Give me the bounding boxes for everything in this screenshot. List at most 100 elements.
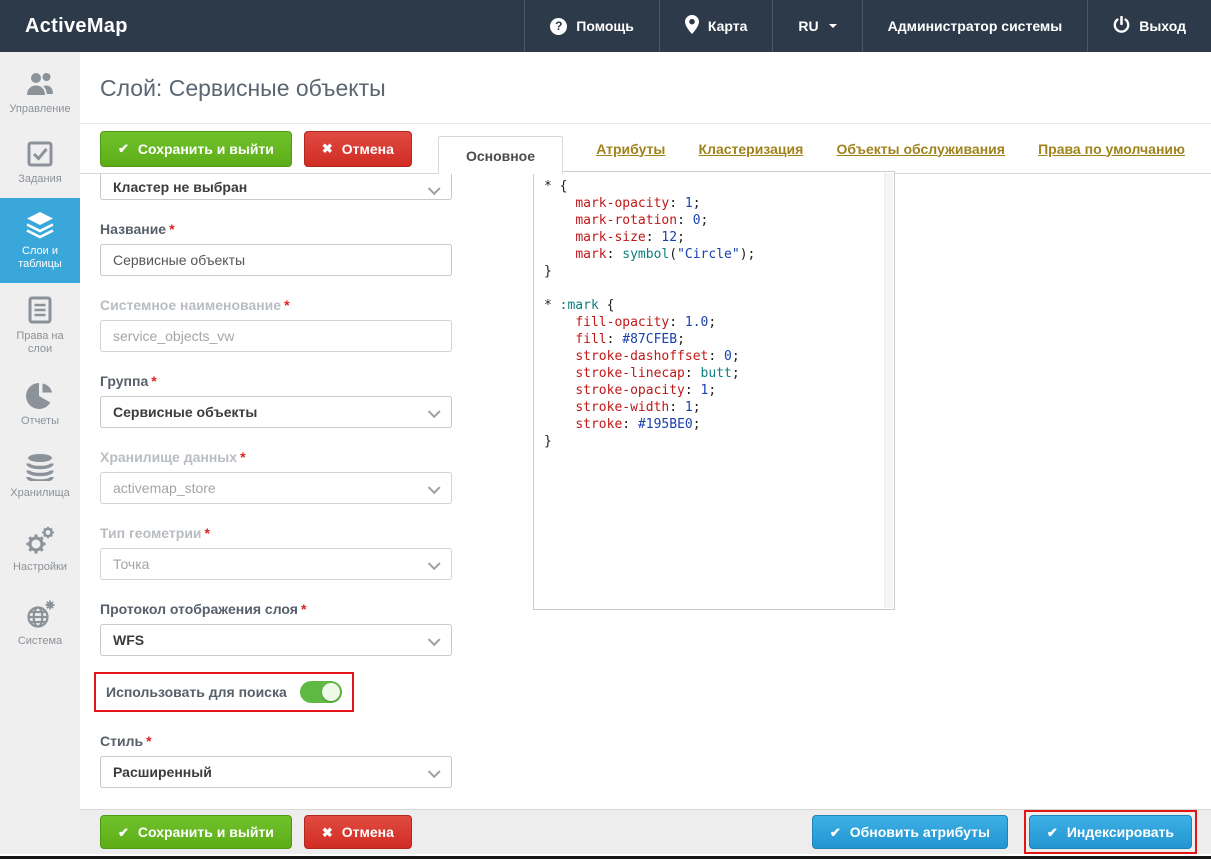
tab-default-rights[interactable]: Права по умолчанию xyxy=(1038,141,1185,157)
cancel-button-top[interactable]: Отмена xyxy=(304,131,412,167)
sidebar-item-settings[interactable]: Настройки xyxy=(0,512,80,586)
app-logo[interactable]: ActiveMap xyxy=(0,0,153,52)
group-select[interactable]: Сервисные объекты xyxy=(100,396,452,428)
system-name-label: Системное наименование* xyxy=(100,297,452,313)
sidebar-item-layer-rights[interactable]: Права на слои xyxy=(0,283,80,368)
style-label: Стиль* xyxy=(100,733,452,749)
cluster-field: Кластер не выбран xyxy=(100,174,452,200)
save-exit-label: Сохранить и выйти xyxy=(138,824,274,840)
map-pin-icon xyxy=(685,15,699,37)
tabs: Основное Атрибуты Кластеризация Объекты … xyxy=(438,124,1211,173)
pie-chart-icon xyxy=(26,381,54,409)
check-icon xyxy=(830,824,841,841)
style-code-editor[interactable]: * { mark-opacity: 1; mark-rotation: 0; m… xyxy=(533,171,895,610)
system-name-input[interactable]: service_objects_vw xyxy=(100,320,452,352)
sidebar-item-tasks[interactable]: Задания xyxy=(0,128,80,198)
map-menu-item[interactable]: Карта xyxy=(659,0,773,52)
sidebar: Управление Задания Слои и таблицы Права … xyxy=(0,52,80,854)
sidebar-item-reports[interactable]: Отчеты xyxy=(0,368,80,440)
group-value: Сервисные объекты xyxy=(113,404,257,420)
cluster-value: Кластер не выбран xyxy=(113,179,247,195)
datastore-value: activemap_store xyxy=(113,480,216,496)
sidebar-item-management[interactable]: Управление xyxy=(0,58,80,128)
sidebar-item-layers[interactable]: Слои и таблицы xyxy=(0,198,80,283)
sidebar-item-label: Отчеты xyxy=(21,415,59,428)
chevron-down-icon xyxy=(428,182,441,195)
sidebar-item-label: Задания xyxy=(18,173,61,186)
check-icon xyxy=(118,140,129,157)
index-label: Индексировать xyxy=(1067,824,1174,840)
protocol-field: Протокол отображения слоя* WFS xyxy=(100,601,452,656)
save-exit-button-top[interactable]: Сохранить и выйти xyxy=(100,131,292,167)
tab-service-objects[interactable]: Объекты обслуживания xyxy=(836,141,1005,157)
datastore-label: Хранилище данных* xyxy=(100,449,452,465)
save-exit-button-bottom[interactable]: Сохранить и выйти xyxy=(100,815,292,849)
tab-main[interactable]: Основное xyxy=(438,136,563,174)
index-button[interactable]: Индексировать xyxy=(1029,815,1192,849)
required-asterisk: * xyxy=(240,449,245,465)
logout-button[interactable]: Выход xyxy=(1087,0,1211,52)
annotation-highlight-index-button: Индексировать xyxy=(1024,810,1197,854)
cross-icon xyxy=(322,824,333,841)
sidebar-item-label: Права на слои xyxy=(3,330,77,356)
code-editor-scrollbar[interactable] xyxy=(884,173,893,608)
protocol-label: Протокол отображения слоя* xyxy=(100,601,452,617)
tab-attributes[interactable]: Атрибуты xyxy=(596,141,665,157)
system-name-value: service_objects_vw xyxy=(113,328,234,344)
name-label: Название* xyxy=(100,221,452,237)
sidebar-item-label: Управление xyxy=(9,103,70,116)
cancel-button-bottom[interactable]: Отмена xyxy=(304,815,412,849)
database-icon xyxy=(26,453,54,481)
sidebar-item-storages[interactable]: Хранилища xyxy=(0,440,80,512)
sidebar-item-label: Настройки xyxy=(13,561,67,574)
sidebar-item-label: Хранилища xyxy=(10,487,70,500)
help-menu-item[interactable]: Помощь xyxy=(524,0,659,52)
group-field: Группа* Сервисные объекты xyxy=(100,373,452,428)
user-menu[interactable]: Администратор системы xyxy=(862,0,1088,52)
map-label: Карта xyxy=(708,18,748,34)
page-title: Слой: Сервисные объекты xyxy=(100,75,1211,102)
geometry-type-label: Тип геометрии* xyxy=(100,525,452,541)
chevron-down-icon xyxy=(428,557,441,570)
topbar: ActiveMap Помощь Карта RU Администратор … xyxy=(0,0,1211,52)
bottom-action-bar: Сохранить и выйти Отмена Обновить атрибу… xyxy=(80,809,1211,854)
sidebar-item-system[interactable]: Система xyxy=(0,586,80,660)
style-value: Расширенный xyxy=(113,764,212,780)
language-menu[interactable]: RU xyxy=(772,0,861,52)
user-label: Администратор системы xyxy=(888,18,1063,34)
search-toggle-row: Использовать для поиска xyxy=(106,681,342,703)
power-icon xyxy=(1113,16,1130,36)
help-label: Помощь xyxy=(576,18,634,34)
bottom-right-actions: Обновить атрибуты Индексировать xyxy=(812,810,1197,854)
name-input[interactable]: Сервисные объекты xyxy=(100,244,452,276)
update-attributes-label: Обновить атрибуты xyxy=(850,824,990,840)
required-asterisk: * xyxy=(205,525,210,541)
style-select[interactable]: Расширенный xyxy=(100,756,452,788)
toggle-knob xyxy=(322,683,340,701)
tab-bar: Сохранить и выйти Отмена Основное Атрибу… xyxy=(80,124,1211,174)
group-label: Группа* xyxy=(100,373,452,389)
sidebar-item-label: Слои и таблицы xyxy=(3,245,77,271)
globe-gear-icon xyxy=(25,599,55,629)
required-asterisk: * xyxy=(169,221,174,237)
datastore-select[interactable]: activemap_store xyxy=(100,472,452,504)
style-code: * { mark-opacity: 1; mark-rotation: 0; m… xyxy=(544,178,878,450)
help-icon xyxy=(550,18,567,35)
required-asterisk: * xyxy=(284,297,289,313)
sidebar-item-label: Система xyxy=(18,635,62,648)
datastore-field: Хранилище данных* activemap_store xyxy=(100,449,452,504)
required-asterisk: * xyxy=(146,733,151,749)
tab-clustering[interactable]: Кластеризация xyxy=(699,141,804,157)
required-asterisk: * xyxy=(301,601,306,617)
topbar-menu: Помощь Карта RU Администратор системы Вы… xyxy=(524,0,1211,52)
cancel-label: Отмена xyxy=(342,141,394,157)
update-attributes-button[interactable]: Обновить атрибуты xyxy=(812,815,1008,849)
protocol-select[interactable]: WFS xyxy=(100,624,452,656)
geometry-type-select[interactable]: Точка xyxy=(100,548,452,580)
cluster-select[interactable]: Кластер не выбран xyxy=(100,174,452,200)
cross-icon xyxy=(322,140,333,157)
chevron-down-icon xyxy=(428,633,441,646)
tasks-icon xyxy=(27,141,53,167)
search-toggle[interactable] xyxy=(300,681,342,703)
protocol-value: WFS xyxy=(113,632,144,648)
